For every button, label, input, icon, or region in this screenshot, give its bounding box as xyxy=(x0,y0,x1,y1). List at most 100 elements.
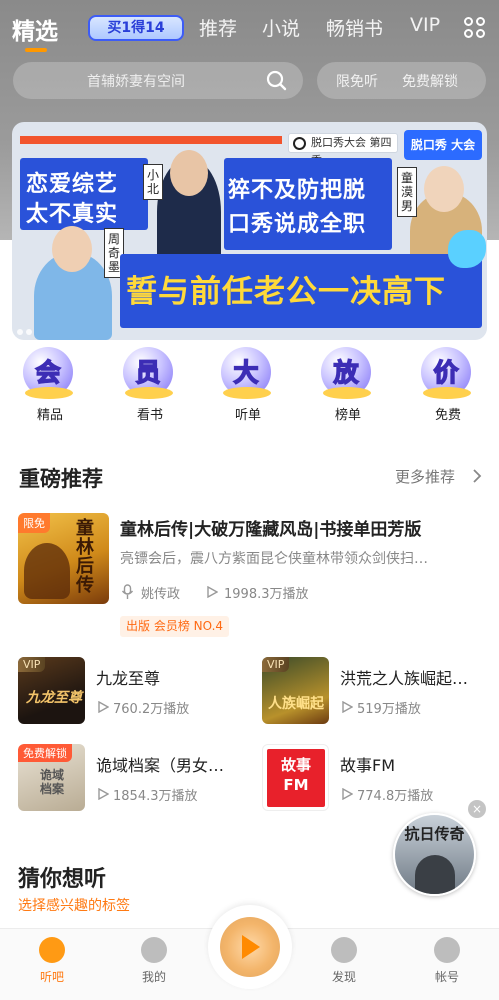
play-count: 774.8万播放 xyxy=(357,789,434,804)
quick-link-xianmian[interactable]: 限免听 xyxy=(336,71,378,91)
list-item[interactable]: 九龙至尊 VIP 九龙至尊 760.2万播放 xyxy=(18,657,248,727)
gate-illustration xyxy=(415,855,455,894)
banner-headline-2: 太不真实 xyxy=(26,202,119,227)
quick-links-pill: 限免听 免费解锁 xyxy=(317,62,486,99)
banner-stripe xyxy=(20,136,282,144)
chevron-right-icon[interactable] xyxy=(471,468,483,484)
close-icon[interactable]: × xyxy=(468,800,486,818)
membership-badge-icon: 放 xyxy=(321,347,375,401)
category-mianfei[interactable]: 价 免费 xyxy=(413,344,483,428)
choose-tags-link[interactable]: 选择感兴趣的标签 xyxy=(18,895,130,915)
nav-label: 听吧 xyxy=(39,970,64,984)
nav-wode[interactable]: 我的 xyxy=(119,929,189,1000)
free-tag: 限免 xyxy=(18,513,50,533)
category-label: 榜单 xyxy=(334,408,361,423)
play-count-icon xyxy=(342,788,353,800)
play-count: 1854.3万播放 xyxy=(113,789,198,804)
membership-badge-icon: 员 xyxy=(123,347,177,401)
category-label: 看书 xyxy=(136,408,163,423)
headphone-disc-icon xyxy=(39,937,65,963)
banner-main-headline: 誓与前任老公一决高下 xyxy=(126,274,446,310)
album-cover: 人族崛起 VIP xyxy=(262,657,329,724)
banner-person-head xyxy=(52,226,92,272)
promo-badge[interactable]: 买1得14 xyxy=(88,15,184,41)
search-placeholder: 首辅娇妻有空间 xyxy=(87,74,185,90)
tab-jingxuan[interactable]: 精选 xyxy=(12,12,58,46)
album-cover: 九龙至尊 VIP xyxy=(18,657,85,724)
category-row: 会 精品 员 看书 大 听单 放 榜单 价 免费 xyxy=(0,344,499,428)
category-label: 精品 xyxy=(36,408,63,423)
item-title: 九龙至尊 xyxy=(96,669,161,688)
category-tingdan[interactable]: 大 听单 xyxy=(213,344,283,428)
tab-vip[interactable]: VIP xyxy=(410,14,440,36)
section-title: 重磅推荐 xyxy=(19,467,103,491)
album-cover: 故事 FM xyxy=(262,744,329,811)
play-count-icon xyxy=(342,701,353,713)
play-count: 760.2万播放 xyxy=(113,702,190,717)
host-name: 姚传政 xyxy=(141,587,181,602)
membership-badge-icon: 价 xyxy=(421,347,475,401)
search-icon[interactable] xyxy=(266,70,287,91)
play-count-icon xyxy=(98,701,109,713)
category-jingpin[interactable]: 会 精品 xyxy=(15,344,85,428)
item-title: 洪荒之人族崛起… xyxy=(340,669,469,688)
item-title: 诡域档案（男女… xyxy=(96,756,225,775)
rank-badge[interactable]: 出版 会员榜 NO.4 xyxy=(120,616,230,637)
play-icon xyxy=(242,935,260,959)
play-count: 519万播放 xyxy=(357,702,421,717)
microphone-icon xyxy=(121,584,134,599)
more-recommendations-link[interactable]: 更多推荐 xyxy=(395,466,455,487)
tab-xiaoshuo[interactable]: 小说 xyxy=(262,14,300,41)
vip-badge: VIP xyxy=(18,657,46,672)
banner-person-head xyxy=(424,166,464,212)
list-item[interactable]: 人族崛起 VIP 洪荒之人族崛起… 519万播放 xyxy=(262,657,492,727)
headphone-icon xyxy=(293,137,306,150)
promo-banner[interactable]: 脱口秀大会 第四季 脱口秀 大会 恋爱综艺 太不真实 猝不及防把脱 口秀说成全职… xyxy=(12,122,487,340)
headset-user-icon xyxy=(141,937,167,963)
nav-faxian[interactable]: 发现 xyxy=(309,929,379,1000)
featured-cover[interactable]: 童林后传 限免 xyxy=(18,513,109,604)
more-channels-icon[interactable] xyxy=(464,17,486,39)
play-count-icon xyxy=(98,788,109,800)
banner-headline-1: 恋爱综艺 xyxy=(26,172,119,197)
banner-brand-logo: 脱口秀 大会 xyxy=(404,130,482,160)
vip-badge: VIP xyxy=(262,657,290,672)
category-label: 听单 xyxy=(234,408,261,423)
compass-icon xyxy=(331,937,357,963)
nav-label: 帐号 xyxy=(434,970,459,984)
tab-tuijian[interactable]: 推荐 xyxy=(199,14,237,41)
section-title: 猜你想听 xyxy=(18,867,107,892)
play-count: 1998.3万播放 xyxy=(224,587,309,602)
banner-show-logo: 脱口秀大会 第四季 xyxy=(288,133,398,167)
banner-name-tag: 童漠男 xyxy=(397,167,417,217)
item-title: 故事FM xyxy=(340,756,396,775)
tab-changxiaoshu[interactable]: 畅销书 xyxy=(326,14,383,41)
active-tab-indicator xyxy=(25,48,47,52)
account-icon xyxy=(434,937,460,963)
membership-badge-icon: 会 xyxy=(23,347,77,401)
category-label: 免费 xyxy=(434,408,461,423)
nav-zhanghao[interactable]: 帐号 xyxy=(412,929,482,1000)
free-unlock-badge: 免费解锁 xyxy=(18,744,72,762)
membership-badge-icon: 大 xyxy=(221,347,275,401)
search-input[interactable]: 首辅娇妻有空间 xyxy=(13,62,303,99)
banner-name-tag: 小北 xyxy=(143,164,163,200)
floating-promo[interactable]: 抗日传奇 xyxy=(393,813,476,896)
featured-title[interactable]: 童林后传|大破万隆藏风岛|书接单田芳版 xyxy=(120,515,421,540)
top-tabs: 精选 买1得14 推荐 小说 畅销书 VIP xyxy=(0,0,499,58)
banner-headline-3: 猝不及防把脱 xyxy=(228,178,367,203)
banner-person-head xyxy=(170,150,208,196)
floating-promo-title: 抗日传奇 xyxy=(404,825,465,843)
list-item[interactable]: 故事 FM 故事FM 774.8万播放 xyxy=(262,744,492,814)
featured-description: 亮镖会后，震八方紫面昆仑侠童林带领众剑侠扫… xyxy=(120,551,428,567)
category-kanshu[interactable]: 员 看书 xyxy=(115,344,185,428)
player-button[interactable] xyxy=(208,905,292,989)
quick-link-free-unlock[interactable]: 免费解锁 xyxy=(402,71,458,91)
list-item[interactable]: 诡域档案 免费解锁 诡域档案（男女… 1854.3万播放 xyxy=(18,744,248,814)
album-cover: 诡域档案 免费解锁 xyxy=(18,744,85,811)
category-bangdan[interactable]: 放 榜单 xyxy=(313,344,383,428)
hand-icon xyxy=(448,230,486,268)
nav-tingba[interactable]: 听吧 xyxy=(17,929,87,1000)
cover-figure xyxy=(24,543,70,599)
app-screen: 精选 买1得14 推荐 小说 畅销书 VIP 首辅娇妻有空间 限免听 免费解锁 … xyxy=(0,0,499,1000)
